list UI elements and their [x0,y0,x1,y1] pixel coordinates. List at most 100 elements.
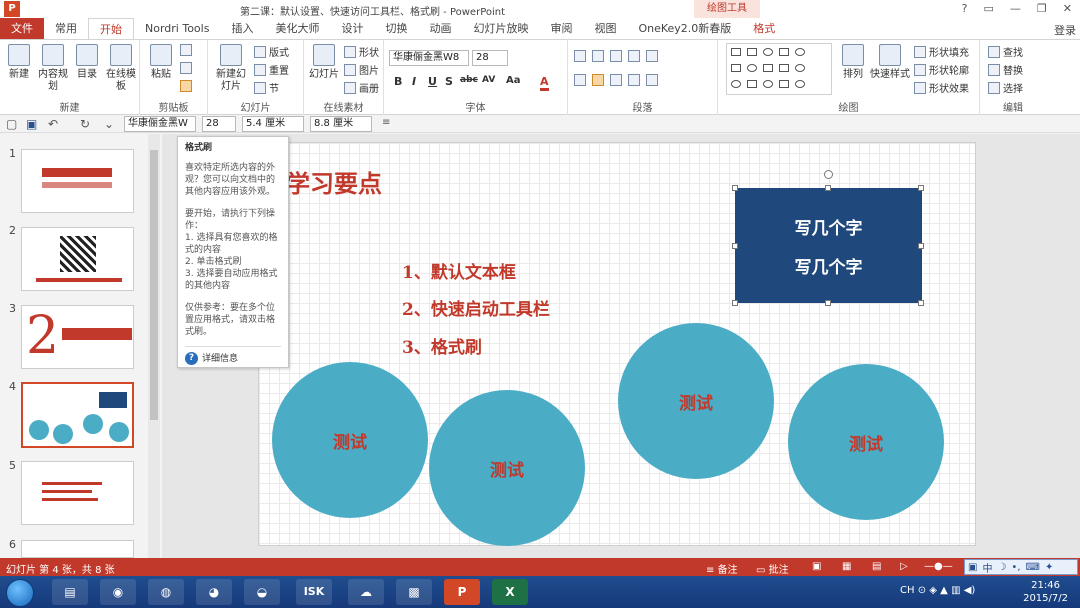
toc-button[interactable]: 目录 [70,44,104,81]
qat-shape-height[interactable]: 8.8 厘米 [310,116,372,132]
tab-slideshow[interactable]: 幻灯片放映 [462,18,539,39]
reading-view-icon[interactable]: ▤ [872,561,881,572]
save-icon[interactable]: ▣ [26,117,37,131]
cut-button[interactable] [180,44,192,56]
columns-icon[interactable] [646,74,658,86]
justify-icon[interactable] [628,74,640,86]
tab-nordri-tools[interactable]: Nordri Tools [134,18,220,39]
shape-fill-button[interactable]: 形状填充 [914,44,969,59]
rect-shape-icon[interactable] [747,48,757,56]
align-right-icon[interactable] [610,74,622,86]
qq-taskbar-icon[interactable]: ◕ [196,579,232,605]
wechat-taskbar-icon[interactable]: ◒ [244,579,280,605]
oval-shape-icon[interactable] [795,64,805,72]
rect-shape-icon[interactable] [731,48,741,56]
bullet-item[interactable]: 2、快速启动工具栏 [402,295,550,320]
rect-shape-icon[interactable] [763,64,773,72]
reset-button[interactable]: 重置 [254,62,289,77]
ime-mode[interactable]: 中 [982,560,992,575]
ime-settings-icon[interactable]: ✦ [1045,562,1053,573]
find-button[interactable]: 查找 [988,44,1023,59]
resize-handle[interactable] [732,185,738,191]
circle-shape[interactable]: 测试 [788,364,944,520]
scrollbar-thumb[interactable] [150,150,158,420]
lang-indicator[interactable]: CH [900,585,915,596]
ime-toolbar[interactable]: ▣ 中 ☽ •, ⌨ ✦ [964,559,1078,575]
tab-review[interactable]: 审阅 [539,18,583,39]
underline-button[interactable]: U [428,75,437,88]
oval-shape-icon[interactable] [747,64,757,72]
zoom-slider[interactable]: —●— [924,561,953,572]
slide-thumbnail[interactable] [21,149,134,213]
rotate-handle[interactable] [824,170,833,179]
rect-shape-icon[interactable] [779,48,789,56]
paste-button[interactable]: 粘贴 [144,44,178,81]
slide-thumbnail[interactable] [21,227,134,291]
tray-icon[interactable]: ▲ [940,585,948,596]
redo-icon[interactable]: ↻ [80,117,90,131]
shape-material-button[interactable]: 形状 [344,44,379,59]
minimize-icon[interactable]: — [1010,2,1021,15]
strikethrough-button[interactable]: abc [460,75,478,85]
picture-material-button[interactable]: 图片 [344,62,379,77]
copy-button[interactable] [180,62,192,74]
resize-handle[interactable] [918,300,924,306]
slide-sorter-icon[interactable]: ▦ [842,561,851,572]
new-file-icon[interactable]: ▢ [6,117,17,131]
oval-shape-icon[interactable] [795,48,805,56]
network-icon[interactable]: ▥ [951,585,960,596]
decrease-indent-icon[interactable] [610,50,622,62]
section-button[interactable]: 节 [254,80,279,95]
format-painter-button[interactable] [180,80,192,92]
resize-handle[interactable] [918,243,924,249]
notes-button[interactable]: ≡ 备注 [706,561,738,576]
excel-taskbar-icon[interactable]: X [492,579,528,605]
rect-shape-icon[interactable] [731,64,741,72]
tooltip-more-info[interactable]: ? 详细信息 [185,352,281,365]
bullet-item[interactable]: 1、默认文本框 [402,258,516,283]
qat-dropdown-icon[interactable]: ⌄ [104,117,114,131]
explorer-taskbar-icon[interactable]: ▤ [52,579,88,605]
tab-animations[interactable]: 动画 [418,18,462,39]
char-spacing-button[interactable]: AV [482,75,495,85]
tab-view[interactable]: 视图 [583,18,627,39]
line-spacing-icon[interactable] [646,50,658,62]
tray-icon[interactable]: ⊙ [918,585,926,596]
circle-shape[interactable]: 测试 [618,323,774,479]
close-icon[interactable]: ✕ [1063,2,1072,15]
tab-format[interactable]: 格式 [742,18,786,39]
comments-button[interactable]: ▭ 批注 [756,561,789,576]
new-slide-button[interactable]: 新建幻灯片 [212,44,250,93]
taskbar-clock[interactable]: 21:46 2015/7/2 [1023,579,1068,605]
oval-shape-icon[interactable] [795,80,805,88]
tab-common[interactable]: 常用 [44,18,88,39]
slide-thumbnail-active[interactable] [21,382,134,448]
resize-handle[interactable] [732,300,738,306]
resize-handle[interactable] [825,185,831,191]
oval-shape-icon[interactable] [763,80,773,88]
quick-styles-button[interactable]: 快速样式 [870,44,910,81]
oval-shape-icon[interactable] [763,48,773,56]
media-taskbar-icon[interactable]: ▩ [396,579,432,605]
thumbnail-scrollbar[interactable] [148,134,160,558]
ime-keyboard-icon[interactable]: ⌨ [1026,562,1040,573]
tab-design[interactable]: 设计 [330,18,374,39]
ribbon-display-icon[interactable]: ▭ [984,2,994,15]
app-taskbar-icon[interactable]: ◍ [148,579,184,605]
cloud-taskbar-icon[interactable]: ☁ [348,579,384,605]
bullet-item[interactable]: 3、格式刷 [402,333,482,358]
tab-file[interactable]: 文件 [0,18,44,39]
oval-shape-icon[interactable] [731,80,741,88]
tab-insert[interactable]: 插入 [220,18,264,39]
resize-handle[interactable] [825,300,831,306]
login-link[interactable]: 登录 [1054,22,1076,38]
shape-effects-button[interactable]: 形状效果 [914,80,969,95]
bold-button[interactable]: B [394,75,402,88]
change-case-button[interactable]: Aa [506,75,521,86]
arrange-button[interactable]: 排列 [836,44,870,81]
normal-view-icon[interactable]: ▣ [812,561,821,572]
rect-shape-icon[interactable] [779,80,789,88]
numbering-icon[interactable] [592,50,604,62]
circle-shape[interactable]: 测试 [429,390,585,546]
font-name-combo[interactable]: 华康俪金黑W8 [389,50,469,66]
